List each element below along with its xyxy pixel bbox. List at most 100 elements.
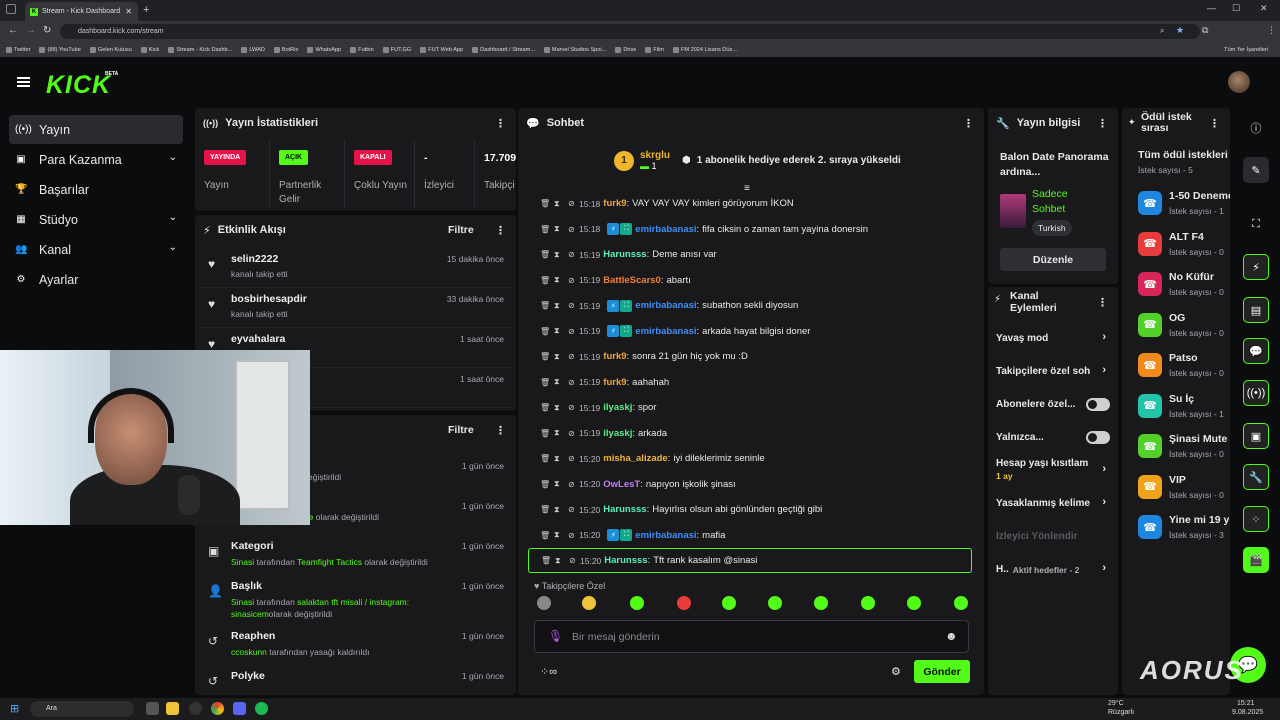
activity-filter-button[interactable]: Filtre [448, 224, 474, 236]
delete-icon[interactable]: 🗑 [540, 301, 550, 310]
chat-input[interactable]: 🎙 Bir mesaj gönderin ☻ [534, 620, 969, 653]
chat-message[interactable]: 🗑 ⧗ ⊘ 15:20 Harunsss: Hayırlısı olsun abi gön… [528, 497, 972, 522]
info-icon[interactable]: ⓘ [1243, 115, 1269, 141]
ban-icon[interactable]: ⊘ [568, 276, 575, 285]
new-tab-icon[interactable]: + [143, 4, 149, 16]
chat-username[interactable]: misha_alizade [603, 453, 667, 464]
delete-icon[interactable]: 🗑 [540, 505, 550, 514]
maximize-icon[interactable]: ☐ [1232, 3, 1240, 14]
ban-icon[interactable]: ⊘ [568, 327, 575, 336]
activity-user[interactable]: eyvahalara [231, 333, 285, 345]
delete-icon[interactable]: 🗑 [540, 378, 550, 387]
sidebar-item-parakazanma[interactable]: ▣ Para Kazanma ⌄ [9, 145, 183, 174]
zoom-icon[interactable]: ⌕ [1160, 26, 1164, 36]
mic-icon[interactable]: 🎙 [548, 629, 563, 643]
timeout-icon[interactable]: ⧗ [554, 479, 561, 489]
channel-actions-menu-icon[interactable]: ⋮ [1097, 296, 1108, 309]
pinned-user[interactable]: skrglu [640, 150, 670, 161]
chat-username[interactable]: Harunsss [603, 249, 646, 260]
delete-icon[interactable]: 🗑 [541, 556, 551, 565]
chat-settings-icon[interactable]: ⚙ [891, 665, 901, 678]
ban-icon[interactable]: ⊘ [568, 250, 575, 259]
chat-username[interactable]: BattleScars0 [603, 275, 661, 286]
chat-username[interactable]: furk9 [603, 198, 626, 209]
timeout-icon[interactable]: ⧗ [554, 224, 561, 234]
delete-icon[interactable]: 🗑 [540, 327, 550, 336]
timeout-icon[interactable]: ⧗ [554, 275, 561, 285]
windows-start-icon[interactable]: ⊞ [10, 702, 19, 715]
ban-icon[interactable]: ⊘ [568, 505, 575, 514]
channel-action-item[interactable]: Takipçilere özel soh › [988, 355, 1118, 388]
chat-username[interactable]: furk9 [603, 351, 626, 362]
bookmark-item[interactable]: Twitter [6, 46, 30, 53]
bookmark-item[interactable]: Stream - Kick Dashb... [168, 46, 232, 53]
ban-icon[interactable]: ⊘ [568, 429, 575, 438]
emote-icon[interactable] [537, 596, 551, 610]
activity-user[interactable]: selin2222 [231, 253, 278, 265]
mod-log-actor[interactable]: Sinasi [231, 557, 254, 567]
emote-icon[interactable] [630, 596, 644, 610]
toggle-switch[interactable] [1086, 398, 1110, 411]
toggle-switch[interactable] [1086, 431, 1110, 444]
extensions-icon[interactable]: ⧉ [1202, 25, 1208, 36]
emote-icon[interactable] [722, 596, 736, 610]
activity-user[interactable]: bosbirhesapdir [231, 293, 307, 305]
reward-menu-icon[interactable]: ⋮ [1209, 117, 1220, 130]
chat-username[interactable]: ilyaskj [603, 428, 632, 439]
chat-message[interactable]: 🗑 ⧗ ⊘ 15:18 ⚡ ⛶ emirbabanasi: fifa ciksin o zam… [528, 217, 972, 242]
chat-message[interactable]: 🗑 ⧗ ⊘ 15:20 Harunsss: Tft rank kasalım @sinas… [528, 548, 972, 573]
sidebar-item-baarlar[interactable]: 🏆 Başarılar [9, 175, 183, 204]
chat-message[interactable]: 🗑 ⧗ ⊘ 15:19 Harunsss: Deme anısı var [528, 242, 972, 267]
chat-message[interactable]: 🗑 ⧗ ⊘ 15:18 furk9: VAY VAY VAY kimleri görüyo… [528, 191, 972, 216]
timeout-icon[interactable]: ⧗ [554, 301, 561, 311]
fullscreen-icon[interactable]: ⛶ [1243, 211, 1269, 237]
browser-tab[interactable]: K Stream - Kick Dashboard ✕ [25, 2, 138, 21]
delete-icon[interactable]: 🗑 [540, 225, 550, 234]
bookmark-item[interactable]: FUT.GG [382, 46, 411, 53]
bookmark-item[interactable]: WhatsApp [307, 46, 341, 53]
delete-icon[interactable]: 🗑 [540, 250, 550, 259]
bookmark-item[interactable]: FM 2024 Lisans Düz... [672, 46, 737, 53]
bookmark-item[interactable]: LWAD [241, 46, 265, 53]
channel-action-item[interactable]: Hesap yaşı kısıtlam 1 ay › [988, 454, 1118, 487]
chevron-down-icon[interactable]: ⌄ [169, 242, 177, 253]
ban-icon[interactable]: ⊘ [568, 454, 575, 463]
timeout-icon[interactable]: ⧗ [555, 556, 562, 566]
bookmark-item[interactable]: Futbin [350, 46, 374, 53]
mod-log-actor[interactable]: ccoskunn [231, 647, 267, 657]
chat-message[interactable]: 🗑 ⧗ ⊘ 15:19 ilyaskj: arkada [528, 421, 972, 446]
ban-icon[interactable]: ⊘ [568, 225, 575, 234]
bookmark-item[interactable]: Marvel Studios Spoi... [543, 46, 606, 53]
explorer-icon[interactable] [166, 702, 179, 715]
chat-message[interactable]: 🗑 ⧗ ⊘ 15:20 misha_alizade: iyi dileklerimiz s… [528, 446, 972, 471]
hamburger-menu-icon[interactable] [17, 77, 30, 87]
delete-icon[interactable]: 🗑 [540, 454, 550, 463]
notes-icon[interactable]: ▤ [1243, 297, 1269, 323]
close-window-icon[interactable]: ✕ [1260, 3, 1268, 14]
minimize-icon[interactable]: — [1207, 3, 1216, 13]
emote-icon[interactable] [677, 596, 691, 610]
delete-icon[interactable]: 🗑 [540, 480, 550, 489]
emote-icon[interactable] [582, 596, 596, 610]
chat-username[interactable]: emirbabanasi [635, 530, 696, 541]
chevron-down-icon[interactable]: ⌄ [169, 152, 177, 163]
delete-icon[interactable]: 🗑 [540, 429, 550, 438]
chat-message[interactable]: 🗑 ⧗ ⊘ 15:19 ⚡ ⛶ emirbabanasi: subathon sekli di… [528, 293, 972, 318]
channel-action-item[interactable]: Yalnızca... [988, 421, 1118, 454]
delete-icon[interactable]: 🗑 [540, 199, 550, 208]
chat-message[interactable]: 🗑 ⧗ ⊘ 15:20 ⚡ ⛶ emirbabanasi: mafia [528, 523, 972, 548]
mod-log-actor[interactable]: Sinasi [231, 597, 254, 607]
star-icon[interactable]: ★ [1176, 25, 1184, 36]
channel-action-item[interactable]: H.. Aktif hedefler - 2 › [988, 553, 1118, 586]
close-tab-icon[interactable]: ✕ [125, 7, 132, 16]
emote-icon[interactable] [814, 596, 828, 610]
chat-username[interactable]: Harunsss [603, 504, 646, 515]
chat-message[interactable]: 🗑 ⧗ ⊘ 15:19 ilyaskj: spor [528, 395, 972, 420]
chat-username[interactable]: emirbabanasi [635, 326, 696, 337]
emote-icon[interactable] [768, 596, 782, 610]
timeout-icon[interactable]: ⧗ [554, 505, 561, 515]
timeout-icon[interactable]: ⧗ [554, 530, 561, 540]
delete-icon[interactable]: 🗑 [540, 531, 550, 540]
delete-icon[interactable]: 🗑 [540, 352, 550, 361]
bookmark-item[interactable]: Dashboard / Stream... [472, 46, 535, 53]
